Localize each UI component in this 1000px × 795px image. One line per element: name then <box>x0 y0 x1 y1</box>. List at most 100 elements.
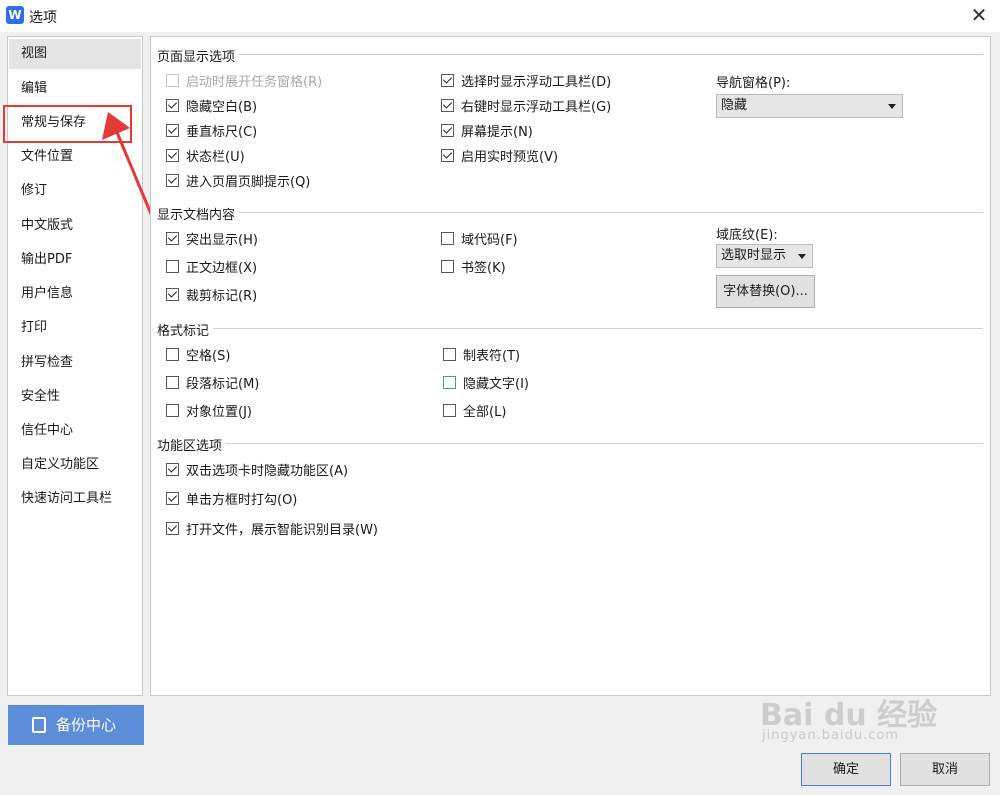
option-object-anchors[interactable]: 对象位置(J) <box>166 400 252 420</box>
sidebar-item-customize-ribbon[interactable]: 自定义功能区 <box>9 450 141 480</box>
sidebar-item-revision[interactable]: 修订 <box>9 176 141 206</box>
option-hidden-text[interactable]: 隐藏文字(I) <box>443 372 529 392</box>
option-bookmarks[interactable]: 书签(K) <box>441 256 506 276</box>
section-title-ribbon: 功能区选项 <box>157 435 227 454</box>
option-all-marks[interactable]: 全部(L) <box>443 400 506 420</box>
option-header-footer-hint[interactable]: 进入页眉页脚提示(Q) <box>166 170 310 190</box>
checkbox[interactable] <box>441 73 454 87</box>
option-expand-task-pane[interactable]: 启动时展开任务窗格(R) <box>166 70 322 90</box>
sidebar-item-trust-center[interactable]: 信任中心 <box>9 416 141 446</box>
checkbox[interactable] <box>166 375 179 389</box>
option-label: 突出显示(H) <box>186 232 258 248</box>
option-live-preview[interactable]: 启用实时预览(V) <box>441 145 558 165</box>
option-smart-toc[interactable]: 打开文件，展示智能识别目录(W) <box>166 518 378 538</box>
option-tab-chars[interactable]: 制表符(T) <box>443 344 520 364</box>
option-paragraph-marks[interactable]: 段落标记(M) <box>166 372 259 392</box>
checkbox[interactable] <box>441 231 454 245</box>
option-float-toolbar-select[interactable]: 选择时显示浮动工具栏(D) <box>441 70 611 90</box>
field-shading-value: 选取时显示 <box>721 248 787 263</box>
checkbox[interactable] <box>166 287 179 301</box>
sidebar-item-export-pdf[interactable]: 输出PDF <box>9 245 141 275</box>
option-click-box-check[interactable]: 单击方框时打勾(O) <box>166 488 297 508</box>
checkbox[interactable] <box>166 173 179 187</box>
option-label: 隐藏空白(B) <box>186 99 258 115</box>
option-label: 双击选项卡时隐藏功能区(A) <box>186 463 349 479</box>
nav-pane-label: 导航窗格(P): <box>716 76 791 91</box>
chevron-down-icon <box>798 254 806 259</box>
checkbox[interactable] <box>441 148 454 162</box>
title-bar: W 选项 ✕ <box>0 0 1000 32</box>
checkbox[interactable] <box>441 123 454 137</box>
option-spaces[interactable]: 空格(S) <box>166 344 230 364</box>
sidebar-item-spellcheck[interactable]: 拼写检查 <box>9 348 141 378</box>
option-highlight[interactable]: 突出显示(H) <box>166 228 258 248</box>
option-label: 垂直标尺(C) <box>186 124 258 140</box>
sidebar-item-print[interactable]: 打印 <box>9 313 141 343</box>
option-vertical-ruler[interactable]: 垂直标尺(C) <box>166 120 257 140</box>
option-text-boundaries[interactable]: 正文边框(X) <box>166 256 257 276</box>
checkbox[interactable] <box>166 73 179 87</box>
option-label: 书签(K) <box>461 260 506 276</box>
sidebar-item-chinese-layout[interactable]: 中文版式 <box>9 211 141 241</box>
nav-pane-dropdown[interactable]: 隐藏 <box>716 94 903 118</box>
checkbox[interactable] <box>443 403 456 417</box>
option-dblclick-hide-ribbon[interactable]: 双击选项卡时隐藏功能区(A) <box>166 459 348 479</box>
option-label: 启动时展开任务窗格(R) <box>186 74 323 90</box>
option-label: 右键时显示浮动工具栏(G) <box>461 99 612 115</box>
option-status-bar[interactable]: 状态栏(U) <box>166 145 245 165</box>
option-label: 状态栏(U) <box>186 149 245 165</box>
checkbox[interactable] <box>166 259 179 273</box>
checkbox[interactable] <box>441 259 454 273</box>
watermark-url: jingyan.baidu.com <box>762 728 899 743</box>
section-title-page-display: 页面显示选项 <box>157 46 240 65</box>
checkbox[interactable] <box>443 347 456 361</box>
option-label: 进入页眉页脚提示(Q) <box>186 174 311 190</box>
section-divider <box>157 212 983 213</box>
checkbox[interactable] <box>166 462 179 476</box>
ok-button[interactable]: 确定 <box>801 753 891 786</box>
checkbox[interactable] <box>166 347 179 361</box>
checkbox[interactable] <box>166 98 179 112</box>
checkbox[interactable] <box>166 491 179 505</box>
cancel-button[interactable]: 取消 <box>900 753 990 786</box>
checkbox[interactable] <box>166 231 179 245</box>
option-screen-tips[interactable]: 屏幕提示(N) <box>441 120 533 140</box>
sidebar-item-quick-access-toolbar[interactable]: 快速访问工具栏 <box>9 484 141 514</box>
chevron-down-icon <box>888 104 896 109</box>
nav-pane-value: 隐藏 <box>721 98 748 113</box>
sidebar-item-edit[interactable]: 编辑 <box>9 74 141 104</box>
option-float-toolbar-rightclick[interactable]: 右键时显示浮动工具栏(G) <box>441 95 611 115</box>
font-replace-button[interactable]: 字体替换(O)... <box>716 275 815 308</box>
backup-center-button[interactable]: 备份中心 <box>8 705 144 745</box>
annotation-highlight-box <box>3 105 132 143</box>
option-label: 屏幕提示(N) <box>461 124 533 140</box>
close-icon[interactable]: ✕ <box>966 2 992 28</box>
option-label: 域代码(F) <box>461 232 518 248</box>
sidebar-item-file-location[interactable]: 文件位置 <box>9 142 141 172</box>
sidebar-item-view[interactable]: 视图 <box>9 39 141 69</box>
section-divider <box>157 54 983 55</box>
option-label: 空格(S) <box>186 348 231 364</box>
checkbox[interactable] <box>166 123 179 137</box>
option-field-codes[interactable]: 域代码(F) <box>441 228 518 248</box>
checkbox[interactable] <box>166 403 179 417</box>
option-crop-marks[interactable]: 裁剪标记(R) <box>166 284 257 304</box>
section-divider <box>157 328 983 329</box>
checkbox[interactable] <box>441 98 454 112</box>
option-label: 选择时显示浮动工具栏(D) <box>461 74 612 90</box>
section-divider <box>157 443 983 444</box>
option-hide-whitespace[interactable]: 隐藏空白(B) <box>166 95 257 115</box>
checkbox[interactable] <box>166 521 179 535</box>
app-icon: W <box>6 6 24 24</box>
option-label: 启用实时预览(V) <box>461 149 559 165</box>
sidebar-item-security[interactable]: 安全性 <box>9 382 141 412</box>
option-label: 全部(L) <box>463 404 507 420</box>
field-shading-dropdown[interactable]: 选取时显示 <box>716 244 813 268</box>
option-label: 单击方框时打勾(O) <box>186 492 298 508</box>
options-panel: 页面显示选项 启动时展开任务窗格(R) 隐藏空白(B) 垂直标尺(C) 状态栏(… <box>150 36 991 696</box>
section-title-format-marks: 格式标记 <box>157 320 214 339</box>
sidebar-item-user-info[interactable]: 用户信息 <box>9 279 141 309</box>
checkbox[interactable] <box>166 148 179 162</box>
checkbox[interactable] <box>443 375 456 389</box>
option-label: 对象位置(J) <box>186 404 252 420</box>
